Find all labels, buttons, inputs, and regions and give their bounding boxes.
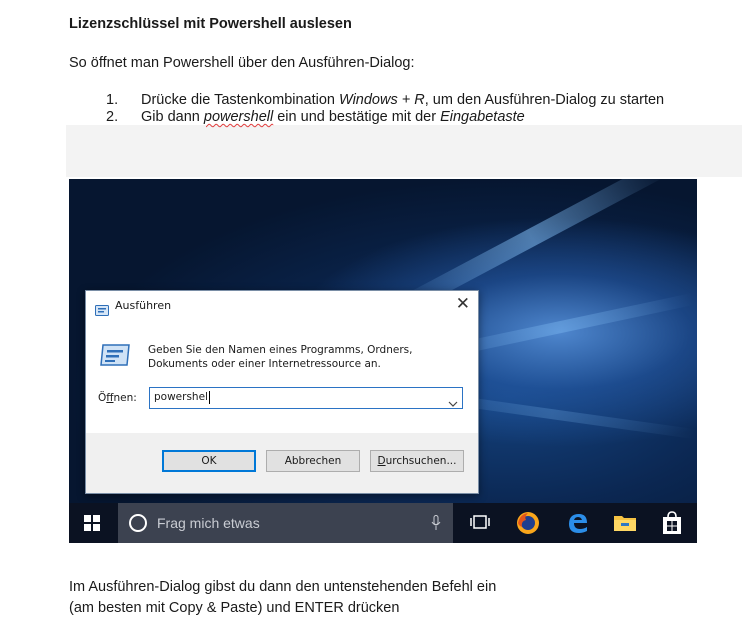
list-item: 2. Gib dann powershell ein und bestätige … — [106, 109, 664, 126]
dialog-body: Geben Sie den Namen eines Programms, Ord… — [86, 321, 478, 433]
document-heading: Lizenzschlüssel mit Powershell auslesen — [69, 16, 352, 32]
run-dialog: Ausführen ✕ Geben Sie den Namen eines Pr… — [85, 290, 479, 494]
cortana-icon — [129, 514, 147, 532]
open-input[interactable]: powershell — [149, 387, 463, 409]
step-text: , um den Ausführen-Dialog zu starten — [424, 92, 665, 108]
description-line: Geben Sie den Namen eines Programms, Ord… — [148, 344, 413, 356]
ok-button[interactable]: OK — [162, 450, 256, 472]
steps-list: 1. Drücke die Tastenkombination Windows +… — [106, 92, 664, 126]
dialog-title: Ausführen — [115, 299, 172, 312]
task-view-icon[interactable] — [469, 511, 491, 538]
step-emphasis: Windows + R — [339, 92, 425, 108]
dialog-titlebar: Ausführen ✕ — [86, 291, 478, 321]
step-emphasis: Eingabetaste — [440, 109, 525, 125]
outro-line: Im Ausführen-Dialog gibst du dann den un… — [69, 579, 497, 595]
step-emphasis: powershell — [203, 109, 274, 125]
microphone-icon[interactable] — [431, 515, 441, 536]
windows-start-icon[interactable] — [84, 515, 100, 536]
step-text: ein und bestätige mit der — [273, 109, 441, 125]
step-text: Gib dann — [141, 109, 204, 125]
cancel-button[interactable]: Abbrechen — [266, 450, 360, 472]
outro-line: (am besten mit Copy & Paste) und ENTER d… — [69, 600, 400, 616]
close-icon[interactable]: ✕ — [456, 294, 470, 314]
dialog-description: Geben Sie den Namen eines Programms, Ord… — [148, 343, 412, 371]
step-text: Drücke die Tastenkombination — [141, 92, 340, 108]
open-input-value: powershell — [154, 391, 211, 403]
firefox-icon[interactable] — [516, 511, 540, 540]
search-placeholder: Frag mich etwas — [157, 515, 260, 531]
cortana-search-box[interactable]: Frag mich etwas — [118, 503, 453, 543]
list-number: 2. — [106, 109, 119, 125]
text-caret — [209, 391, 210, 404]
open-label: Öffnen: — [98, 392, 137, 404]
list-number: 1. — [106, 92, 119, 108]
store-icon[interactable] — [661, 511, 683, 540]
run-icon — [99, 343, 131, 371]
edge-icon[interactable] — [566, 511, 590, 540]
highlight-band — [66, 125, 742, 177]
chevron-down-icon[interactable] — [448, 393, 458, 412]
outro-paragraph: Im Ausführen-Dialog gibst du dann den un… — [69, 577, 496, 619]
list-item: 1. Drücke die Tastenkombination Windows +… — [106, 92, 664, 109]
description-line: Dokuments oder einer Internetressource a… — [148, 358, 381, 370]
run-icon — [95, 301, 109, 320]
intro-paragraph: So öffnet man Powershell über den Ausfüh… — [69, 55, 415, 71]
file-explorer-icon[interactable] — [613, 511, 637, 540]
browse-button[interactable]: Durchsuchen... — [370, 450, 464, 472]
windows-screenshot: Ausführen ✕ Geben Sie den Namen eines Pr… — [69, 179, 697, 543]
taskbar: Frag mich etwas — [69, 503, 697, 543]
